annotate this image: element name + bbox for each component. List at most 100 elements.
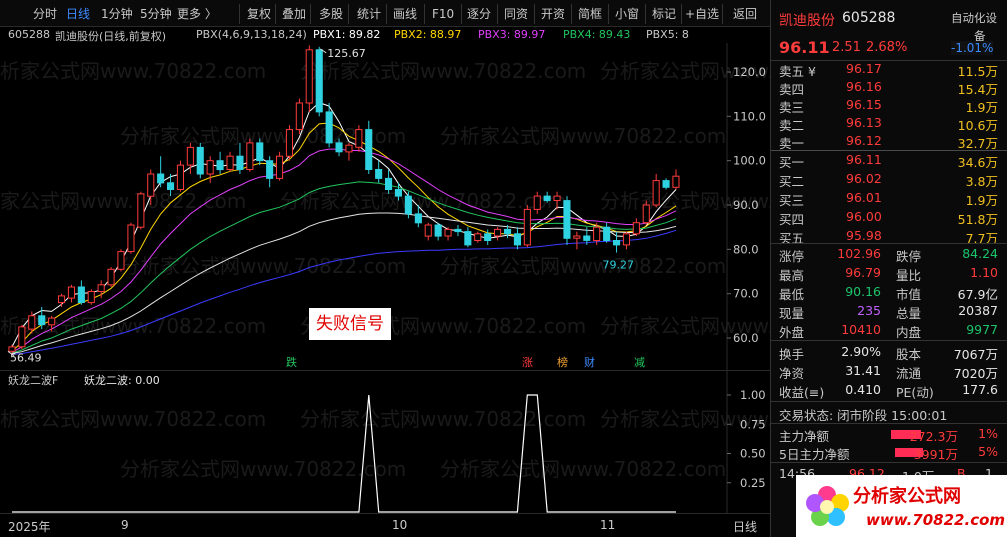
toolbar-item-9[interactable]: 画线 (393, 5, 417, 23)
candle-body (157, 173, 165, 184)
candle-body (127, 224, 135, 253)
toolbar-item-14[interactable]: 简框 (578, 5, 602, 23)
flow-row[interactable]: 5日主力净额 3991万 5% (771, 443, 1007, 462)
candle-body (97, 284, 105, 293)
candle-body (186, 146, 194, 166)
price-change: 2.51 (832, 40, 861, 55)
date-axis-bar: 2025年 9 10 11 日线 (0, 513, 770, 537)
candle-body (236, 155, 244, 170)
trade-status: 交易状态: 闭市阶段 15:00:01 (779, 408, 948, 423)
candle-body (672, 175, 680, 188)
pbx5-value: PBX5: 8 (646, 28, 689, 41)
candle-body (642, 204, 650, 224)
toolbar-separator (645, 4, 646, 24)
bids-row[interactable]: 买二 96.02 3.8万 (771, 170, 1007, 189)
stat-l2: 内盘 (896, 325, 922, 340)
bids-price: 96.02 (846, 171, 882, 186)
toolbar-item-7[interactable]: 多股 (319, 5, 343, 23)
candle-body (583, 235, 591, 241)
toolbar-item-1[interactable]: 日线 (66, 5, 90, 23)
asks-row[interactable]: 卖一 96.12 32.7万 (771, 132, 1007, 151)
site-logo: 分析家公式网 www.70822.com (796, 475, 1007, 537)
x-label-sep: 9 (121, 518, 129, 532)
asks-row[interactable]: 卖二 96.13 10.6万 (771, 114, 1007, 133)
candle-body (305, 49, 313, 104)
toolbar-item-15[interactable]: 小窗 (615, 5, 639, 23)
candle-body (226, 155, 234, 170)
toolbar-separator (534, 4, 535, 24)
toolbar-item-4[interactable]: 更多 〉 (177, 5, 217, 23)
toolbar-item-3[interactable]: 5分钟 (140, 5, 172, 23)
logo-text-url: www.70822.com (866, 511, 1005, 529)
x-label-oct: 10 (392, 518, 408, 532)
weibi-value: -1.01% (951, 41, 994, 55)
asks-price: 96.13 (846, 115, 882, 130)
event-marker-label: 榜 (557, 355, 568, 369)
stat-row: 最高 96.79 量比 1.10 (771, 264, 1007, 283)
bids-price: 96.01 (846, 190, 882, 205)
candle-body (603, 226, 611, 241)
toolbar-separator (348, 4, 349, 24)
stat-l1: 最低 (779, 287, 805, 302)
stat-v2: 1.10 (970, 265, 998, 280)
candle-body (256, 142, 264, 162)
toolbar-item-8[interactable]: 统计 (357, 5, 381, 23)
candle-body (543, 195, 551, 202)
stat-l1: 现量 (779, 306, 805, 321)
panel-header: 凯迪股份 605288 自动化设 (771, 9, 1007, 29)
asks-row[interactable]: 卖三 96.15 1.9万 (771, 96, 1007, 115)
candle-body (246, 142, 254, 171)
toolbar-item-6[interactable]: 叠加 (282, 5, 306, 23)
toolbar-item-2[interactable]: 1分钟 (101, 5, 133, 23)
stat-v1: 102.96 (837, 246, 881, 261)
watermark-text: 分析家公式网www.70822.com (0, 59, 266, 83)
watermark-text: 分析家公式网www.70822.com (300, 59, 586, 83)
high-price-label: 125.67 (327, 47, 366, 60)
candle-body (167, 182, 175, 191)
flow-row[interactable]: 主力净额 272.3万 1% (771, 425, 1007, 444)
indicator-info-line: 605288 凯迪股份(日线,前复权) PBX(4,6,9,13,18,24) … (0, 27, 730, 43)
toolbar-item-10[interactable]: F10 (432, 5, 454, 23)
stat-row: 外盘 10410 内盘 9977 (771, 321, 1007, 340)
indicator-title: 妖龙二波F (8, 373, 58, 387)
indicator-params[interactable]: PBX(4,6,9,13,18,24) (196, 28, 307, 41)
toolbar-item-17[interactable]: +自选 (685, 5, 719, 23)
low-price-label: 79.27 (603, 259, 635, 272)
x-label-nov: 11 (600, 518, 616, 532)
candle-body (87, 291, 95, 304)
stock-code: 605288 (8, 28, 50, 41)
bids-row[interactable]: 买一 96.11 34.6万 (771, 151, 1007, 170)
asks-row[interactable]: 卖四 96.16 15.4万 (771, 78, 1007, 97)
toolbar-item-16[interactable]: 标记 (652, 5, 676, 23)
auto-label-1[interactable]: 自动化设 (951, 10, 997, 26)
price-tick-label: 90.0 (733, 198, 759, 212)
toolbar-item-11[interactable]: 逐分 (467, 5, 491, 23)
stat-l1: 最高 (779, 268, 805, 283)
asks-row[interactable]: 卖五 ¥96.17 11.5万 (771, 60, 1007, 79)
stat-v1: 90.16 (845, 284, 881, 299)
stat-v2: 177.6 (962, 382, 998, 397)
stat-v1: 96.79 (845, 265, 881, 280)
bids-volume: 34.6万 (957, 155, 998, 170)
bids-row[interactable]: 买四 96.00 51.8万 (771, 208, 1007, 227)
bids-row[interactable]: 买三 96.01 1.9万 (771, 189, 1007, 208)
bids-label: 买一 (779, 155, 805, 170)
pbx2-value: PBX2: 88.97 (394, 28, 462, 41)
watermark-text: 分析家公式网www.70822.com (300, 407, 586, 431)
toolbar-item-13[interactable]: 开资 (541, 5, 565, 23)
toolbar-item-12[interactable]: 同资 (504, 5, 528, 23)
stat-v1: 235 (857, 303, 881, 318)
candle-body (335, 142, 343, 153)
toolbar-item-5[interactable]: 复权 (247, 5, 271, 23)
toolbar-item-0[interactable]: 分时 (33, 5, 57, 23)
stock-name-period: 凯迪股份(日线,前复权) (55, 30, 167, 43)
stat-row: 净资 31.41 流通 7020万 (771, 362, 1007, 381)
stat-v1: 31.41 (845, 363, 881, 378)
period-label[interactable]: 日线 (733, 518, 757, 535)
fail-signal-label: 失败信号 (309, 308, 391, 340)
bids-price: 96.11 (846, 152, 882, 167)
yaolong-indicator-chart[interactable]: 分析家公式网www.70822.com 分析家公式网www.70822.com 分析… (0, 371, 770, 513)
candle-body (276, 155, 284, 179)
toolbar-item-18[interactable]: 返回 (733, 5, 757, 23)
panel-stock-code: 605288 (842, 10, 896, 26)
